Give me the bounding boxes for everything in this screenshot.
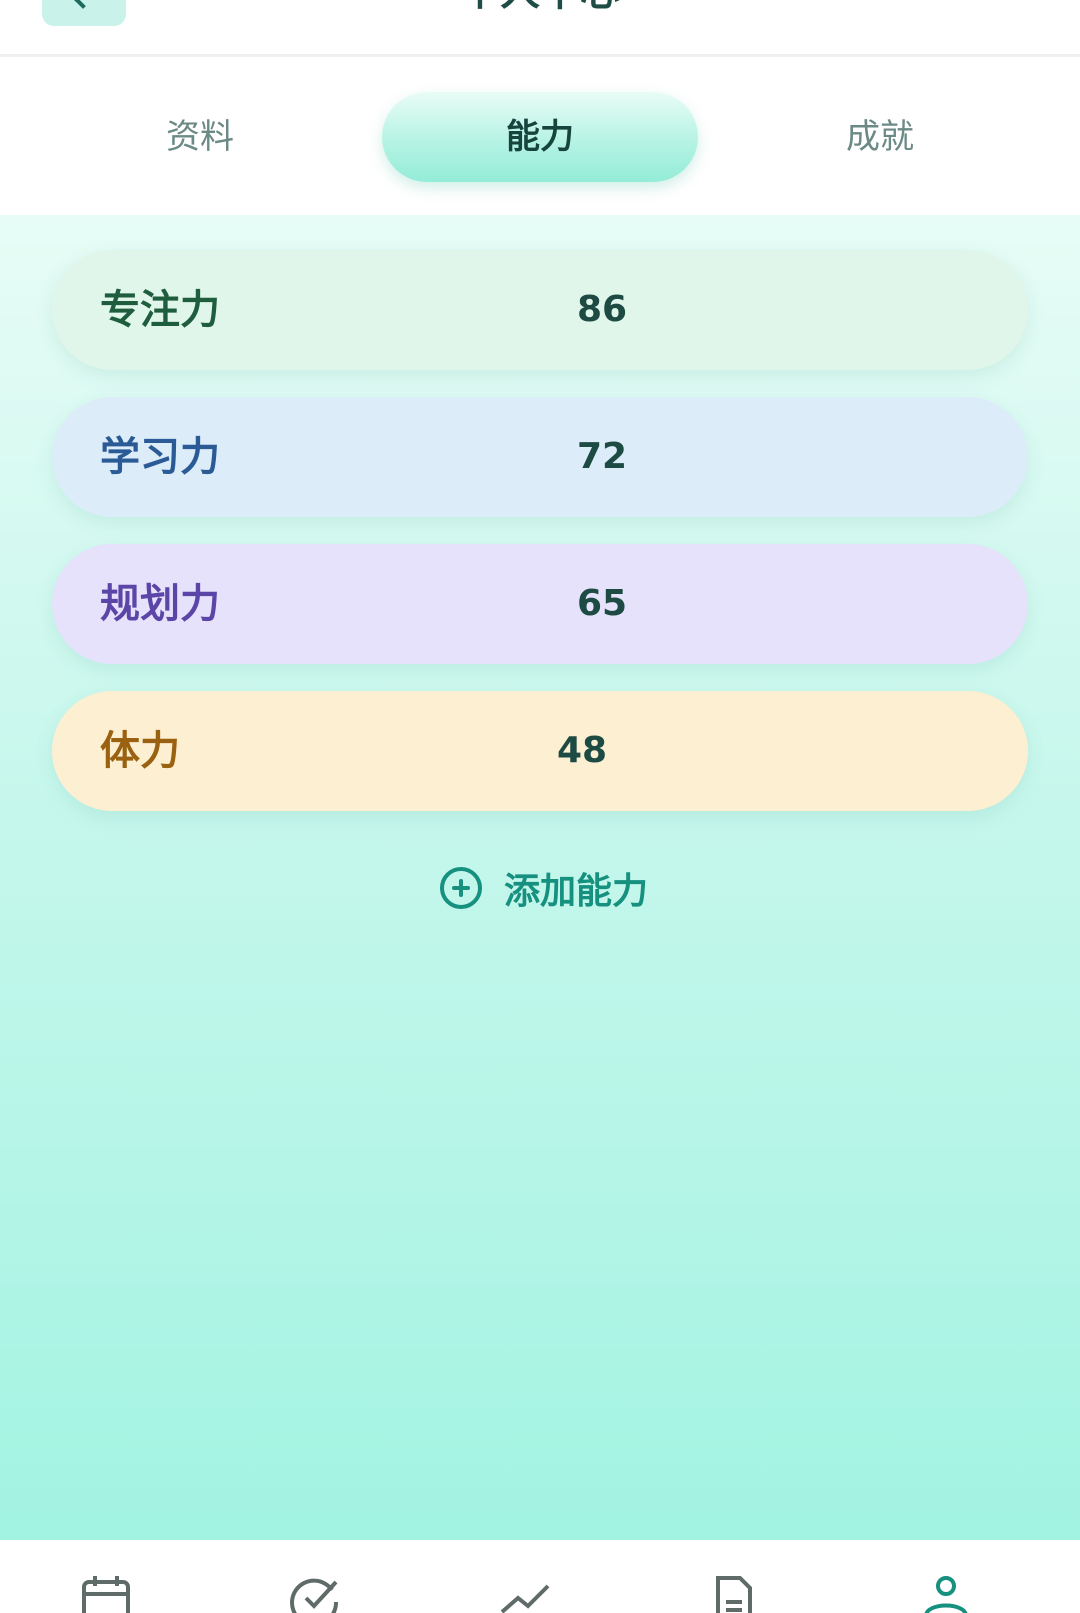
abilities-panel: 专注力 86 学习力 72 规划力 65 体力 48 添加能力 xyxy=(0,215,1080,1540)
tab-profile[interactable]: 资料 xyxy=(80,92,320,182)
document-icon xyxy=(716,1576,752,1613)
nav-calendar[interactable] xyxy=(80,1576,140,1613)
ability-value: 72 xyxy=(576,436,628,477)
add-ability-label: 添加能力 xyxy=(504,871,649,912)
tab-abilities[interactable]: 能力 xyxy=(382,92,698,182)
tab-achievements[interactable]: 成就 xyxy=(760,92,1000,182)
ability-name: 专注力 xyxy=(100,287,220,333)
ability-value: 65 xyxy=(576,583,628,624)
ability-card-stamina[interactable]: 体力 48 xyxy=(52,691,1028,811)
ability-name: 规划力 xyxy=(100,581,220,627)
page-title: 个人中心 xyxy=(0,0,1080,12)
top-bar: 个人中心 xyxy=(0,0,1080,57)
check-circle-icon xyxy=(290,1578,339,1613)
ability-card-focus[interactable]: 专注力 86 xyxy=(52,250,1028,370)
tab-bar: 资料 能力 成就 xyxy=(0,60,1080,215)
nav-stats[interactable] xyxy=(498,1576,558,1613)
page: 个人中心 资料 能力 成就 专注力 86 学习力 72 规划力 65 体力 48… xyxy=(0,0,1080,1613)
trend-icon xyxy=(500,1584,550,1613)
ability-value: 48 xyxy=(556,730,608,771)
bottom-nav xyxy=(0,1540,1080,1613)
nav-profile[interactable] xyxy=(920,1576,980,1613)
ability-name: 体力 xyxy=(100,728,180,774)
ability-card-learning[interactable]: 学习力 72 xyxy=(52,397,1028,517)
nav-tasks[interactable] xyxy=(290,1576,350,1613)
add-ability-button[interactable]: 添加能力 xyxy=(440,860,648,916)
ability-name: 学习力 xyxy=(100,434,220,480)
nav-notes[interactable] xyxy=(712,1576,772,1613)
plus-circle-icon xyxy=(440,867,482,909)
calendar-icon xyxy=(82,1576,130,1613)
ability-value: 86 xyxy=(576,289,628,330)
ability-card-planning[interactable]: 规划力 65 xyxy=(52,544,1028,664)
user-icon xyxy=(924,1576,968,1613)
